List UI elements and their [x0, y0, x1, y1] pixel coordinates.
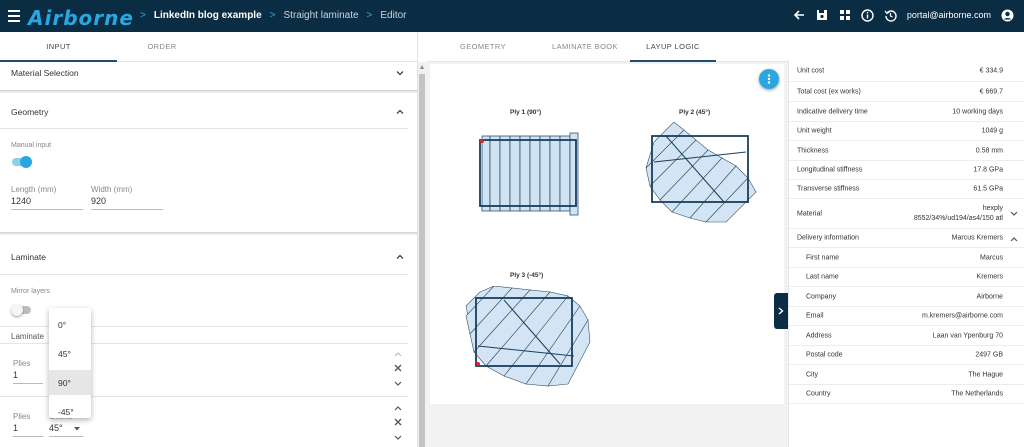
- orientation-option-0[interactable]: 0°: [49, 312, 91, 337]
- section-divider: [0, 90, 417, 93]
- chevron-down-icon[interactable]: [396, 69, 404, 77]
- property-row: Unit cost € 334.9: [789, 60, 1024, 82]
- delivery-info-row[interactable]: Delivery information Marcus Kremers: [789, 229, 1024, 248]
- caret-down-icon[interactable]: [74, 427, 80, 431]
- property-row: Indicative delivery time 10 working days: [789, 102, 1024, 122]
- mirror-layers-label: Mirror layers: [11, 288, 50, 295]
- delivery-detail-row: Email m.kremers@airborne.com: [789, 307, 1024, 326]
- tab-order[interactable]: ORDER: [117, 32, 207, 61]
- left-scrollbar[interactable]: [418, 62, 426, 447]
- ply-1-drawing: [479, 132, 579, 216]
- section-divider: [0, 232, 417, 235]
- orientation-option-45[interactable]: 45°: [49, 341, 91, 366]
- divider: [0, 274, 408, 275]
- move-down-icon[interactable]: [394, 434, 404, 443]
- expand-panel-button[interactable]: [774, 293, 788, 329]
- plies-input[interactable]: 1: [13, 370, 43, 384]
- section-geometry[interactable]: Geometry: [0, 97, 417, 127]
- width-label: Width (mm): [91, 185, 133, 194]
- material-spec: 8552/34%/ud194/as4/150 atl: [913, 215, 1003, 222]
- properties-panel: Unit cost € 334.9 Total cost (ex works) € …: [788, 60, 1024, 447]
- menu-icon[interactable]: [8, 10, 20, 22]
- property-row: Total cost (ex works) € 669.7: [789, 82, 1024, 102]
- more-options-button[interactable]: [759, 69, 779, 89]
- plies-label: Plies: [13, 359, 31, 368]
- info-icon[interactable]: [861, 8, 875, 22]
- breadcrumb: > LinkedIn blog example > Straight lamin…: [132, 10, 407, 21]
- length-input[interactable]: 1240: [11, 196, 83, 210]
- tab-geometry[interactable]: GEOMETRY: [426, 32, 540, 61]
- breadcrumb-item-project[interactable]: LinkedIn blog example: [154, 10, 262, 21]
- length-label: Length (mm): [11, 185, 57, 194]
- laminate-label: Laminate: [11, 332, 44, 341]
- toolbar-actions: portal@airborne.com: [792, 8, 1014, 22]
- chevron-right-icon: >: [366, 10, 373, 21]
- delete-icon[interactable]: [394, 418, 404, 428]
- chevron-up-icon[interactable]: [396, 108, 404, 116]
- chevron-right-icon: >: [140, 10, 146, 21]
- property-row: Thickness 0.58 mm: [789, 141, 1024, 161]
- move-up-icon[interactable]: [394, 404, 404, 413]
- account-icon[interactable]: [1000, 8, 1014, 22]
- move-up-icon[interactable]: [394, 350, 404, 359]
- back-arrow-icon[interactable]: [792, 8, 806, 22]
- property-row: Transverse stiffness 61.5 GPa: [789, 180, 1024, 199]
- section-title: Material Selection: [11, 68, 79, 78]
- width-input[interactable]: 920: [91, 196, 163, 210]
- manual-input-label: Manual input: [11, 142, 52, 149]
- chevron-right-icon: >: [269, 10, 276, 21]
- plies-label: Plies: [13, 412, 31, 421]
- history-icon[interactable]: [884, 8, 898, 22]
- delivery-detail-row: City The Hague: [789, 365, 1024, 385]
- mirror-layers-toggle[interactable]: [11, 304, 31, 316]
- tab-laminate-book[interactable]: LAMINATE BOOK: [540, 32, 630, 61]
- ply-3-drawing: [465, 286, 591, 387]
- breadcrumb-item-editor[interactable]: Editor: [380, 10, 406, 21]
- mid-tabs: GEOMETRY LAMINATE BOOK LAYUP LOGIC: [426, 32, 788, 62]
- orientation-option-minus-45[interactable]: -45°: [49, 399, 91, 424]
- breadcrumb-item-part[interactable]: Straight laminate: [284, 10, 359, 21]
- move-down-icon[interactable]: [394, 380, 404, 389]
- property-row: Unit weight 1049 g: [789, 122, 1024, 141]
- user-email[interactable]: portal@airborne.com: [907, 10, 991, 20]
- app-logo[interactable]: Airborne: [28, 6, 134, 30]
- top-app-bar: Airborne > LinkedIn blog example > Strai…: [0, 0, 1024, 32]
- tab-layup-logic[interactable]: LAYUP LOGIC: [630, 32, 716, 62]
- more-vertical-icon: [767, 74, 771, 84]
- chevron-up-icon[interactable]: [1010, 236, 1018, 242]
- delivery-detail-row: Last name Kremers: [789, 268, 1024, 287]
- delivery-detail-row: Postal code 2497 GB: [789, 346, 1024, 365]
- dashboard-icon[interactable]: [838, 8, 852, 22]
- chevron-down-icon[interactable]: [1010, 211, 1018, 217]
- ply-2-title: Ply 2 (45°): [679, 109, 711, 116]
- delivery-detail-row: Country The Netherlands: [789, 385, 1024, 404]
- ply-1-title: Ply 1 (90°): [510, 109, 542, 116]
- delivery-detail-row: Company Airborne: [789, 287, 1024, 307]
- tab-input[interactable]: INPUT: [0, 32, 117, 62]
- orientation-option-90[interactable]: 90°: [49, 370, 91, 395]
- layup-canvas: Ply 1 (90°) Ply 2 (45°) Ply 3 (-45°): [430, 64, 784, 404]
- divider: [0, 128, 408, 129]
- ply-2-drawing: [645, 122, 757, 223]
- input-panel: INPUT ORDER Material Selection Geometry …: [0, 32, 418, 447]
- delete-icon[interactable]: [394, 364, 404, 374]
- save-icon[interactable]: [815, 8, 829, 22]
- section-title: Geometry: [11, 107, 49, 117]
- visualization-panel: GEOMETRY LAMINATE BOOK LAYUP LOGIC Ply 1…: [426, 32, 788, 447]
- section-title: Laminate: [11, 252, 46, 262]
- delivery-detail-row: First name Marcus: [789, 248, 1024, 268]
- delivery-detail-row: Address Laan van Ypenburg 70: [789, 326, 1024, 346]
- material-name: hexply: [982, 205, 1003, 212]
- chevron-up-icon[interactable]: [396, 253, 404, 261]
- chevron-right-icon: [778, 307, 784, 315]
- material-row[interactable]: Material hexply 8552/34%/ud194/as4/150 a…: [789, 199, 1024, 229]
- ply-3-title: Ply 3 (-45°): [510, 272, 544, 279]
- manual-input-toggle[interactable]: [12, 156, 32, 168]
- plies-input[interactable]: 1: [13, 423, 43, 437]
- orientation-dropdown-menu: 0° 45° 90° -45°: [49, 308, 91, 418]
- section-material-selection[interactable]: Material Selection: [0, 58, 417, 88]
- section-laminate[interactable]: Laminate: [0, 242, 417, 272]
- property-row: Longitudinal stiffness 17.8 GPa: [789, 161, 1024, 180]
